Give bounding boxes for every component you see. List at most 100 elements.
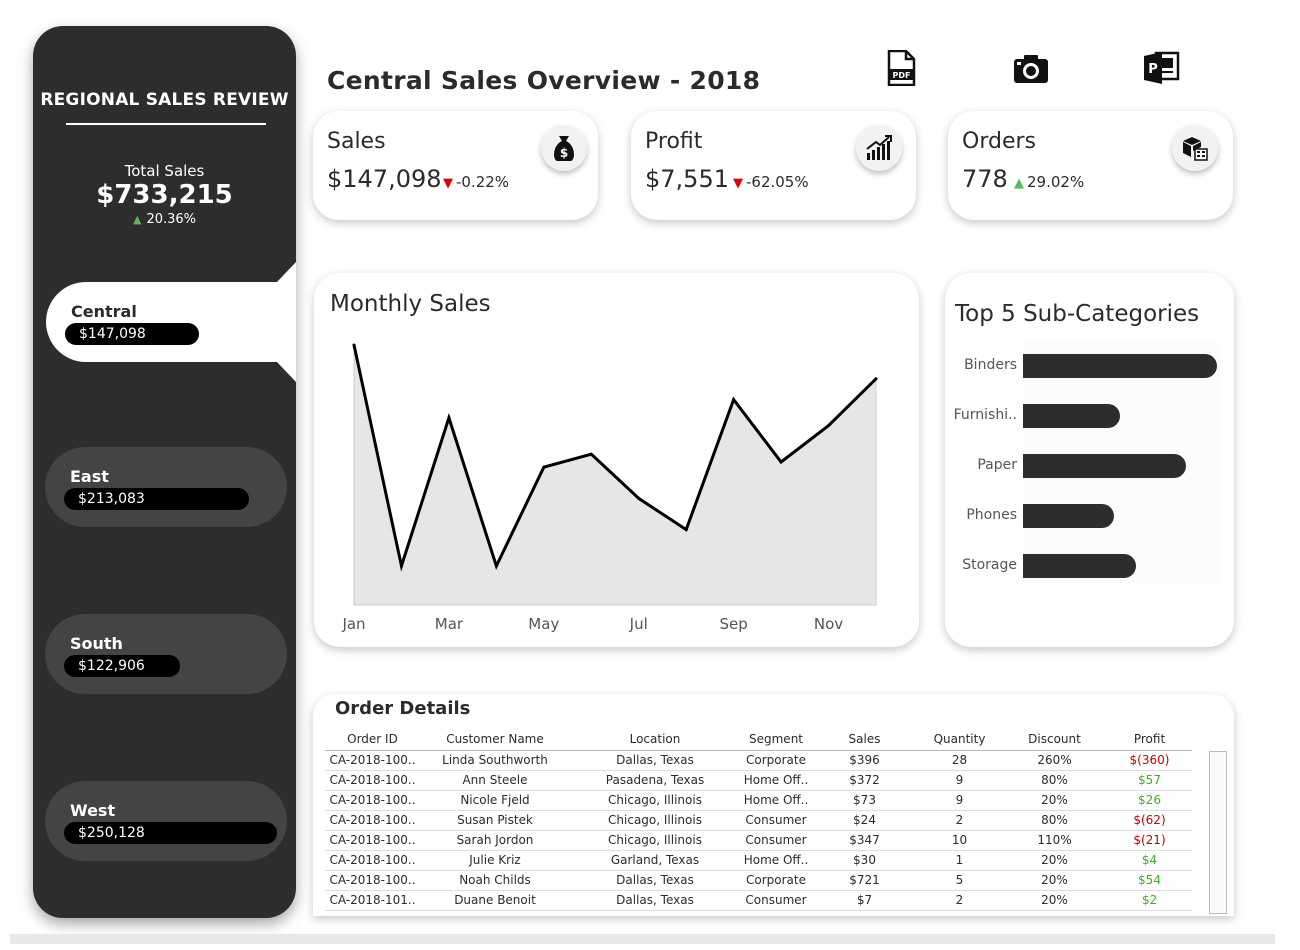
table-cell: 28 (917, 750, 1002, 771)
category-bar[interactable] (1023, 404, 1120, 428)
column-header[interactable]: Discount (1002, 728, 1107, 751)
order-details-title: Order Details (335, 698, 471, 719)
category-bar[interactable] (1023, 454, 1186, 478)
table-row[interactable]: CA-2018-100.. Julie Kriz Garland, Texas Hom… (325, 850, 1192, 871)
table-row[interactable]: CA-2018-100.. Nicole Fjeld Chicago, Illino… (325, 790, 1192, 811)
data-point[interactable] (447, 416, 451, 420)
table-row[interactable]: CA-2018-100.. Susan Pistek Chicago, Illino… (325, 810, 1192, 831)
data-point[interactable] (874, 377, 878, 381)
kpi-value: 778 (962, 165, 1008, 193)
region-name: South (70, 634, 123, 653)
column-header[interactable]: Customer Name (420, 728, 570, 751)
data-point[interactable] (542, 465, 546, 469)
table-cell: 80% (1002, 770, 1107, 791)
x-tick-label: Nov (813, 615, 844, 633)
table-row[interactable]: CA-2018-100.. Sarah Jordon Chicago, Illino… (325, 830, 1192, 851)
table-cell: Home Off.. (740, 850, 812, 871)
table-cell: 260% (1002, 750, 1107, 771)
data-point[interactable] (352, 343, 356, 347)
region-name: West (70, 801, 116, 820)
table-cell: Chicago, Illinois (570, 790, 740, 811)
table-cell: 20% (1002, 890, 1107, 911)
table-cell: CA-2018-100.. (325, 750, 420, 771)
table-cell: Consumer (740, 810, 812, 831)
column-header[interactable]: Profit (1107, 728, 1192, 751)
table-cell: CA-2018-101.. (325, 890, 420, 911)
data-point[interactable] (589, 452, 593, 456)
x-tick-label: May (528, 615, 560, 633)
kpi-delta-value: -62.05% (746, 173, 809, 191)
table-cell: $4 (1107, 850, 1192, 871)
powerpoint-export-icon[interactable]: P (1142, 50, 1180, 86)
table-cell: Consumer (740, 890, 812, 911)
sidebar-title-underline (66, 123, 266, 125)
table-cell: Pasadena, Texas (570, 770, 740, 791)
region-button-central[interactable]: Central $147,098 (46, 282, 296, 362)
table-cell: CA-2018-100.. (325, 870, 420, 891)
table-cell: 20% (1002, 790, 1107, 811)
region-button-west[interactable]: West $250,128 (45, 781, 287, 861)
bottom-scroll-strip[interactable] (10, 934, 1275, 944)
down-triangle-icon: ▼ (733, 176, 743, 191)
table-cell: $30 (812, 850, 917, 871)
table-cell: CA-2018-100.. (325, 830, 420, 851)
table-scrollbar[interactable] (1209, 751, 1227, 914)
table-cell: 2 (917, 810, 1002, 831)
data-point[interactable] (399, 564, 403, 568)
region-name: East (70, 467, 109, 486)
region-button-east[interactable]: East $213,083 (45, 447, 287, 527)
data-point[interactable] (779, 460, 783, 464)
pdf-export-icon[interactable]: PDF (884, 49, 918, 87)
table-cell: Susan Pistek (420, 810, 570, 831)
data-point[interactable] (637, 496, 641, 500)
kpi-delta-value: -0.22% (456, 173, 510, 191)
table-cell: $347 (812, 830, 917, 851)
category-bar[interactable] (1023, 554, 1136, 578)
data-point[interactable] (684, 528, 688, 532)
category-label: Furnishi.. (953, 407, 1017, 423)
kpi-label: Orders (962, 129, 1036, 154)
data-point[interactable] (732, 398, 736, 402)
table-cell: 9 (917, 770, 1002, 791)
total-sales-label: Total Sales (124, 162, 205, 180)
money-bag-icon: $ (541, 125, 587, 171)
table-cell: 5 (917, 870, 1002, 891)
kpi-delta: ▼ -62.05% (733, 173, 809, 191)
data-point[interactable] (827, 424, 831, 428)
table-cell: 9 (917, 790, 1002, 811)
total-sales-change-value: 20.36% (146, 212, 197, 227)
data-point[interactable] (494, 564, 498, 568)
x-tick-label: Mar (434, 615, 464, 633)
table-row[interactable]: CA-2018-101.. Duane Benoit Dallas, Texas Co… (325, 890, 1192, 911)
category-bar[interactable] (1023, 354, 1217, 378)
table-cell: Ann Steele (420, 770, 570, 791)
svg-text:P: P (1148, 62, 1158, 77)
table-cell: $(360) (1107, 750, 1192, 771)
table-cell: 2 (917, 890, 1002, 911)
table-cell: $372 (812, 770, 917, 791)
category-bar[interactable] (1023, 504, 1115, 528)
column-header[interactable]: Segment (740, 728, 812, 751)
column-header[interactable]: Location (570, 728, 740, 751)
table-row[interactable]: CA-2018-100.. Linda Southworth Dallas, Tex… (325, 750, 1192, 771)
table-cell: $2 (1107, 890, 1192, 911)
region-name: Central (71, 302, 137, 321)
column-header[interactable]: Sales (812, 728, 917, 751)
page-title: Central Sales Overview - 2018 (327, 66, 761, 95)
table-row[interactable]: CA-2018-100.. Noah Childs Dallas, Texas Cor… (325, 870, 1192, 891)
x-tick-label: Sep (719, 615, 748, 633)
table-cell: 80% (1002, 810, 1107, 831)
column-header[interactable]: Quantity (917, 728, 1002, 751)
x-tick-label: Jul (629, 615, 648, 633)
category-label: Storage (962, 557, 1017, 573)
table-cell: Julie Kriz (420, 850, 570, 871)
region-button-south[interactable]: South $122,906 (45, 614, 287, 694)
camera-snapshot-icon[interactable] (1012, 50, 1050, 86)
sidebar-title: REGIONAL SALES REVIEW (40, 90, 289, 110)
monthly-sales-chart (352, 343, 878, 606)
table-cell: 20% (1002, 850, 1107, 871)
table-cell: Dallas, Texas (570, 750, 740, 771)
table-cell: $(21) (1107, 830, 1192, 851)
column-header[interactable]: Order ID (325, 728, 420, 751)
table-row[interactable]: CA-2018-100.. Ann Steele Pasadena, Texas Ho… (325, 770, 1192, 791)
